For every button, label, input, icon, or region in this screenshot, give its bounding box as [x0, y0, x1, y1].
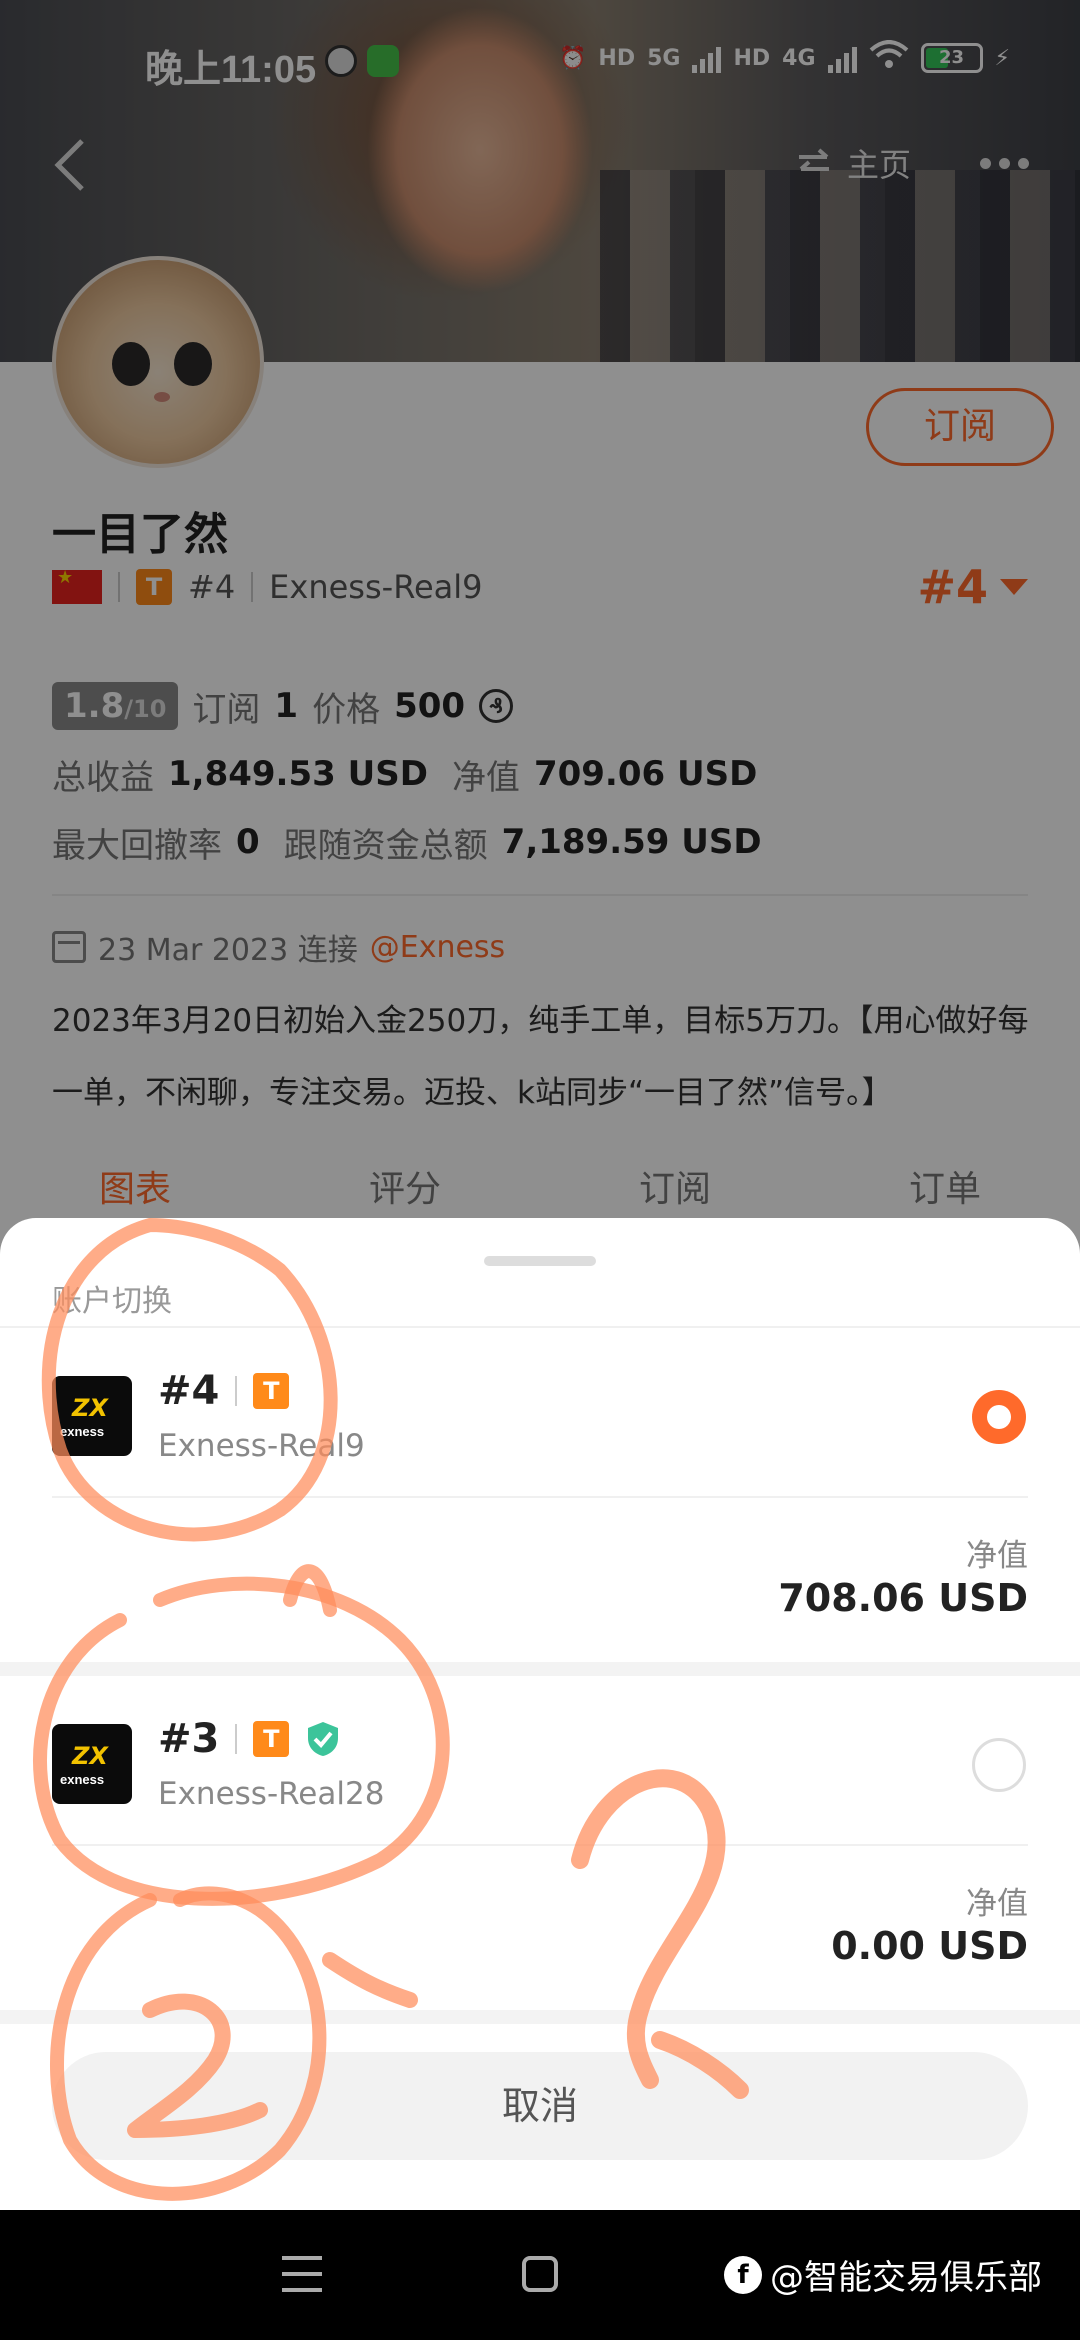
account-rank-row: #4 T	[158, 1368, 290, 1414]
account-server: Exness-Real28	[158, 1776, 385, 1812]
net-value-label: 净值	[966, 1886, 1028, 1922]
account-rank: #3	[158, 1716, 220, 1762]
account-switch-sheet: 账户切换 ZX exness #4 T Exness-Real9 净值 708.0…	[0, 1218, 1080, 2210]
tier-badge: T	[253, 1373, 290, 1409]
sheet-drag-handle[interactable]	[484, 1256, 596, 1266]
net-value: 708.06 USD	[778, 1576, 1028, 1620]
account-rank-row: #3 T	[158, 1716, 341, 1762]
watermark-text: @智能交易俱乐部	[770, 2258, 1042, 2298]
account-server: Exness-Real9	[158, 1428, 365, 1464]
sheet-title: 账户切换	[52, 1284, 172, 1319]
system-nav-bar: f @智能交易俱乐部	[0, 2210, 1080, 2340]
account-option-1[interactable]: ZX exness #4 T Exness-Real9 净值 708.06 USD	[0, 1328, 1080, 1662]
account-radio-unselected[interactable]	[972, 1738, 1026, 1792]
menu-icon[interactable]	[282, 2256, 322, 2292]
net-value-label: 净值	[966, 1538, 1028, 1574]
home-square-icon[interactable]	[522, 2256, 558, 2292]
verified-shield-icon	[308, 1722, 339, 1756]
account-radio-selected[interactable]	[972, 1390, 1026, 1444]
account-option-2[interactable]: ZX exness #3 T Exness-Real28 净值 0.00 USD	[0, 1676, 1080, 2010]
facebook-logo-icon: f	[724, 2255, 762, 2294]
exness-logo-icon: ZX exness	[52, 1376, 132, 1456]
exness-logo-icon: ZX exness	[52, 1724, 132, 1804]
watermark: f @智能交易俱乐部	[724, 2250, 1042, 2299]
account-rank: #4	[158, 1368, 220, 1414]
net-value: 0.00 USD	[831, 1924, 1028, 1968]
cancel-button[interactable]: 取消	[52, 2052, 1028, 2160]
tier-badge: T	[253, 1721, 290, 1757]
